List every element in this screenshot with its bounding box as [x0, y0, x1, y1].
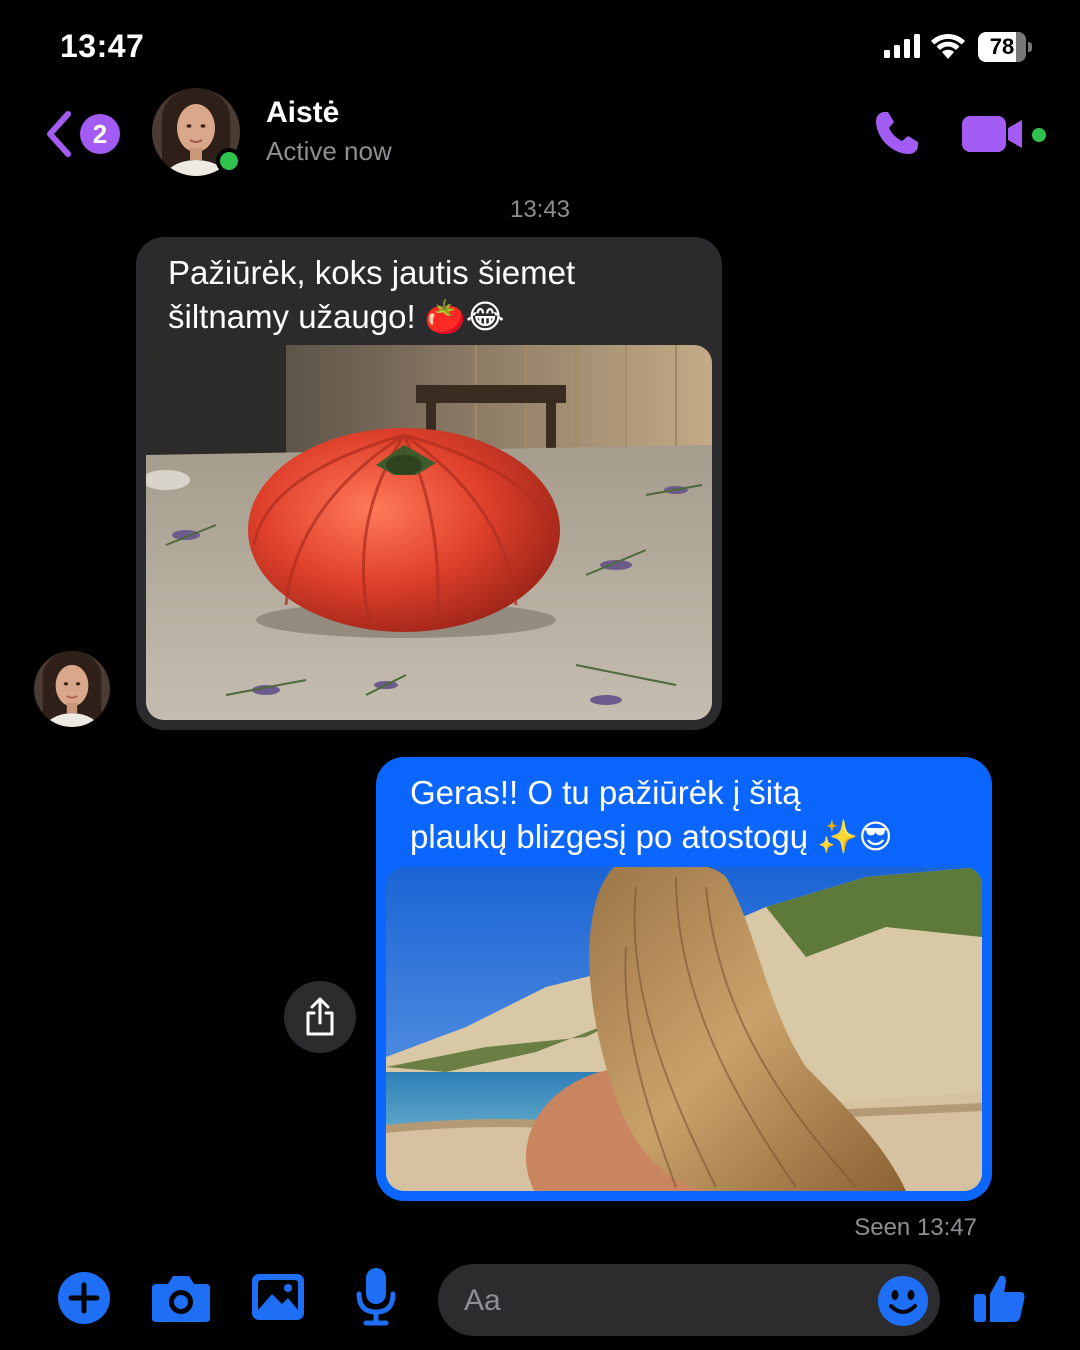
microphone-icon[interactable] [356, 1268, 396, 1326]
chat-header: 2 Aistė Active now [0, 86, 1080, 186]
battery-indicator: 78 [978, 32, 1032, 62]
gallery-icon[interactable] [252, 1274, 304, 1320]
outgoing-message-bubble[interactable]: Geras!! O tu pažiūrėk į šitą plaukų bliz… [376, 757, 992, 1201]
message-input[interactable]: Aa [438, 1264, 940, 1336]
unread-count-badge: 2 [80, 114, 120, 154]
phone-icon[interactable] [870, 108, 922, 160]
back-chevron-icon [47, 111, 71, 157]
share-button[interactable] [284, 981, 356, 1053]
battery-level: 78 [989, 34, 1015, 59]
sender-avatar[interactable] [34, 651, 110, 727]
message-composer: Aa [0, 1262, 1080, 1338]
outgoing-message-line: Geras!! O tu pažiūrėk į šitą [410, 774, 801, 811]
emoji-icon[interactable] [878, 1276, 928, 1326]
sender-photo [34, 651, 110, 727]
video-camera-icon[interactable] [962, 112, 1028, 156]
seen-receipt: Seen 13:47 [854, 1214, 977, 1241]
incoming-message-line: šiltnamy užaugo! 🍅😂 [168, 298, 505, 335]
message-input-placeholder: Aa [464, 1284, 501, 1317]
camera-icon[interactable] [152, 1272, 210, 1322]
status-bar: 13:47 78 [0, 0, 1080, 90]
plus-icon[interactable] [58, 1272, 110, 1324]
status-time: 13:47 [60, 28, 145, 64]
outgoing-message-line: plaukų blizgesį po atostogų ✨😎 [410, 818, 893, 855]
contact-avatar[interactable] [152, 88, 242, 176]
cellular-signal-icon [884, 34, 920, 58]
conversation-timestamp: 13:43 [509, 196, 571, 223]
share-icon [306, 997, 334, 1036]
video-active-indicator [1032, 128, 1046, 142]
contact-name[interactable]: Aistė [266, 96, 339, 130]
tomato-photo[interactable] [146, 345, 712, 720]
beach-hair-photo[interactable] [386, 867, 982, 1191]
incoming-message-text: Pažiūrėk, koks jautis šiemet šiltnamy už… [168, 251, 698, 339]
back-button[interactable]: 2 [44, 110, 124, 158]
incoming-message-line: Pažiūrėk, koks jautis šiemet [168, 254, 576, 291]
contact-status: Active now [266, 136, 392, 166]
incoming-message-bubble[interactable]: Pažiūrėk, koks jautis šiemet šiltnamy už… [136, 237, 722, 730]
wifi-icon [931, 33, 965, 59]
outgoing-message-text: Geras!! O tu pažiūrėk į šitą plaukų bliz… [410, 771, 970, 859]
thumbs-up-icon[interactable] [974, 1272, 1026, 1324]
online-indicator [216, 148, 242, 174]
